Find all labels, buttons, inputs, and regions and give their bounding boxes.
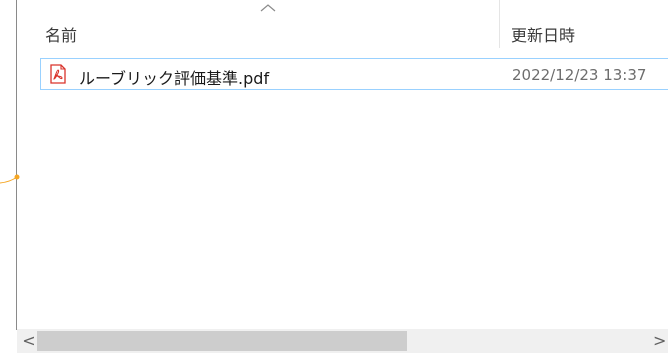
horizontal-scrollbar[interactable]: < >	[17, 329, 668, 353]
file-name: ルーブリック評価基準.pdf	[79, 69, 270, 88]
column-header-name[interactable]: 名前	[45, 22, 77, 46]
scroll-thumb[interactable]	[37, 331, 407, 351]
column-header: 名前 更新日時	[17, 0, 668, 56]
column-divider[interactable]	[499, 0, 500, 48]
sort-ascending-icon	[260, 4, 276, 12]
column-header-modified[interactable]: 更新日時	[511, 22, 575, 46]
pdf-icon	[50, 64, 66, 84]
file-row-rubric-pdf[interactable]: ルーブリック評価基準.pdf 2022/12/23 13:37	[40, 58, 668, 90]
scroll-right-button[interactable]: >	[653, 333, 668, 349]
scroll-left-button[interactable]: <	[21, 333, 37, 349]
file-modified-date: 2022/12/23 13:37	[512, 66, 647, 84]
